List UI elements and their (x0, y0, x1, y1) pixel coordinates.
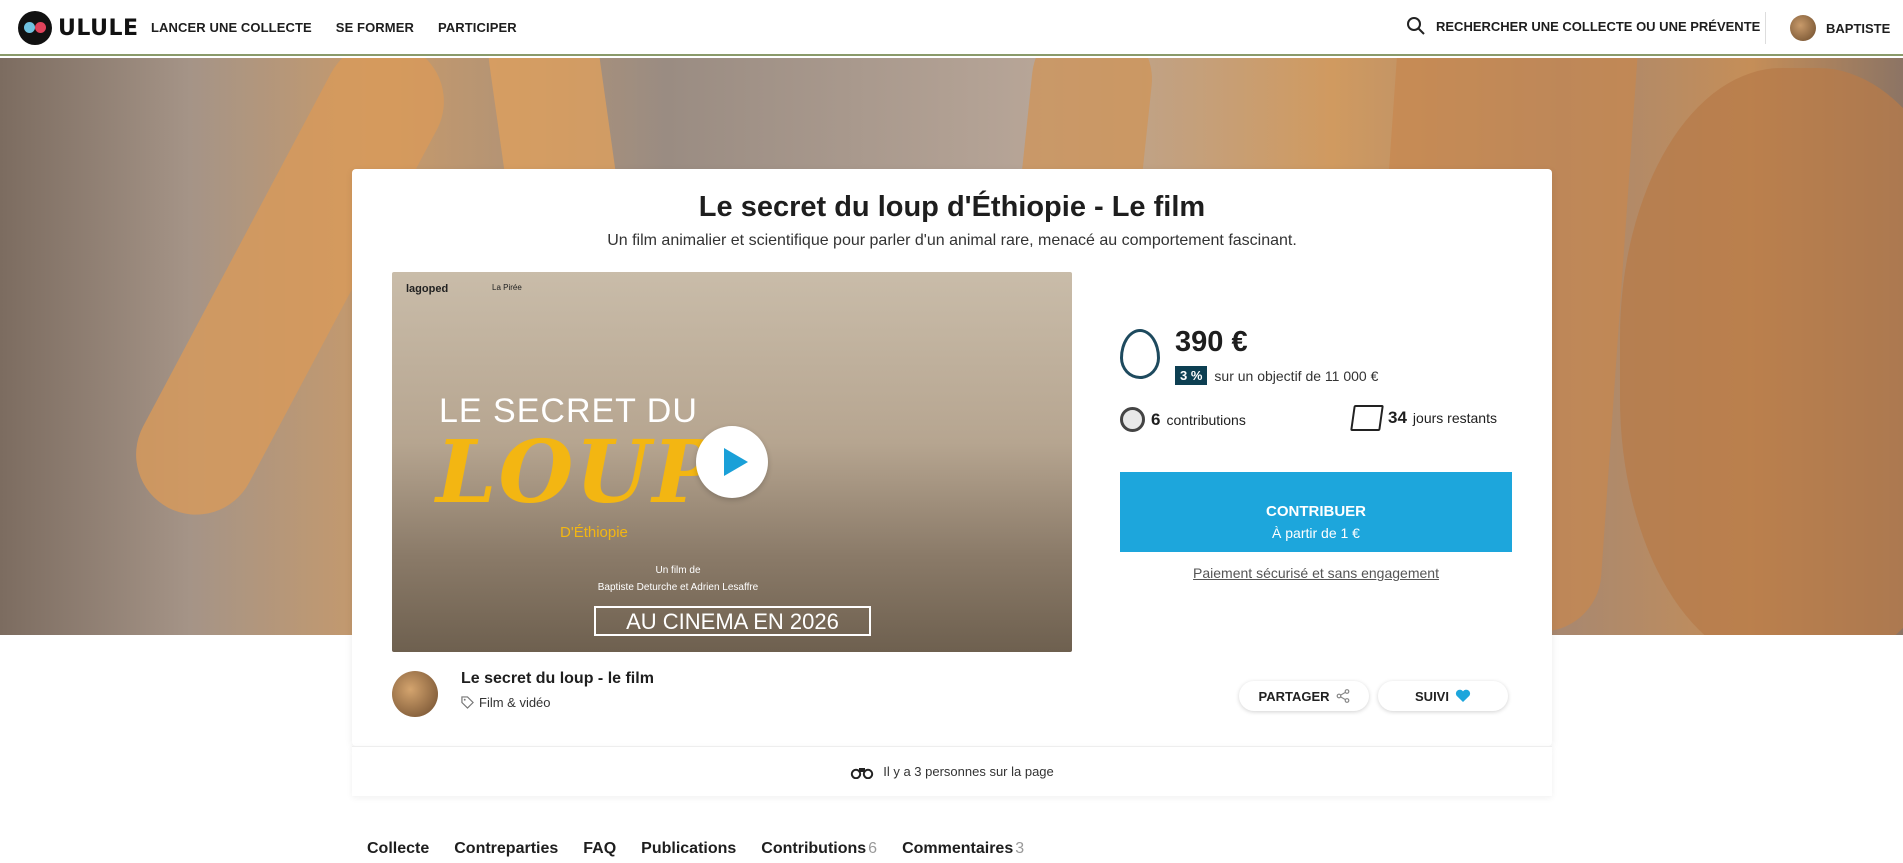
video-title-ethiopie: D'Éthiopie (560, 524, 628, 541)
project-video[interactable]: lagoped La Pirée LE SECRET DU LOUP D'Éth… (392, 272, 1072, 652)
goal-text: sur un objectif de 11 000 € (1214, 367, 1379, 384)
project-tabs: Collecte Contreparties FAQ Publications … (367, 840, 1024, 858)
presence-text: Il y a 3 personnes sur la page (883, 764, 1054, 779)
percent-badge: 3 % (1175, 366, 1208, 385)
video-release-box: AU CINEMA EN 2026 (594, 606, 871, 636)
video-title-loup: LOUP (436, 422, 720, 523)
partner-logo-la-piree: La Pirée (492, 283, 522, 292)
logo-text: ULULE (58, 15, 139, 41)
calendar-icon (1350, 405, 1384, 431)
tab-collecte[interactable]: Collecte (367, 840, 429, 858)
tab-label: FAQ (583, 840, 617, 857)
follow-button-label: SUIVI (1415, 688, 1449, 704)
category-label: Film & vidéo (479, 695, 551, 710)
project-subtitle: Un film animalier et scientifique pour p… (607, 232, 1297, 249)
creator-name[interactable]: Le secret du loup - le film (461, 670, 654, 688)
contributions-stat: 6 contributions (1120, 407, 1246, 432)
tab-commentaires[interactable]: Commentaires 3 (902, 840, 1024, 858)
tab-label: Commentaires (902, 840, 1014, 857)
tab-faq[interactable]: FAQ (583, 840, 616, 858)
creator-avatar[interactable] (392, 671, 438, 717)
tab-publications[interactable]: Publications (641, 840, 736, 858)
tab-contreparties[interactable]: Contreparties (454, 840, 558, 858)
hero-wolf-head (1620, 68, 1903, 635)
follow-button[interactable]: SUIVI (1378, 681, 1508, 711)
tab-contributions[interactable]: Contributions 6 (761, 840, 877, 858)
contributions-count: 6 (1151, 409, 1161, 429)
contribute-button-label: CONTRIBUER (1266, 502, 1366, 520)
contribute-button-sub: À partir de 1 € (1272, 524, 1360, 541)
category-tag[interactable]: Film & vidéo (461, 695, 551, 710)
tab-label: Contributions (761, 840, 867, 857)
user-menu[interactable]: BAPTISTE (1790, 15, 1890, 41)
secure-payment-link[interactable]: Paiement sécurisé et sans engagement (1120, 565, 1512, 581)
nav-se-former[interactable]: SE FORMER (336, 20, 414, 35)
user-avatar (1790, 15, 1816, 41)
contributions-label: contributions (1166, 411, 1246, 428)
partner-logo-lagoped: lagoped (406, 283, 449, 295)
contributions-icon (1120, 407, 1145, 432)
binoculars-icon (851, 767, 874, 779)
share-icon (1336, 689, 1349, 703)
tab-label: Contreparties (454, 840, 559, 857)
tab-label: Collecte (367, 840, 430, 857)
play-icon[interactable] (696, 426, 768, 498)
share-button[interactable]: PARTAGER (1239, 681, 1369, 711)
ulule-logo[interactable]: ULULE (18, 11, 139, 45)
video-credits-line2: Baptiste Deturche et Adrien Lesaffre (597, 582, 759, 593)
logo-eye-right (35, 22, 46, 33)
partner-logos: lagoped La Pirée (406, 278, 606, 332)
nav-lancer-collecte[interactable]: LANCER UNE COLLECTE (151, 20, 312, 35)
days-remaining-stat: 34 jours restants (1350, 405, 1497, 431)
presence-bar: Il y a 3 personnes sur la page (352, 746, 1552, 796)
search-trigger[interactable]: RECHERCHER UNE COLLECTE OU UNE PRÉVENTE (1406, 16, 1760, 36)
tag-icon (461, 696, 474, 709)
logo-eye-left (24, 22, 35, 33)
main-nav: LANCER UNE COLLECTE SE FORMER PARTICIPER (151, 20, 517, 35)
project-title: Le secret du loup d'Éthiopie - Le film (698, 191, 1206, 223)
amount-row (1120, 329, 1160, 379)
amount-raised: 390 € (1175, 326, 1248, 358)
user-name: BAPTISTE (1826, 20, 1891, 36)
progress-egg-icon (1120, 329, 1160, 379)
search-icon (1407, 17, 1425, 35)
goal-row: 3 % sur un objectif de 11 000 € (1175, 366, 1378, 385)
heart-icon (1455, 689, 1471, 702)
video-credits-line1: Un film de (655, 565, 701, 576)
search-label: RECHERCHER UNE COLLECTE OU UNE PRÉVENTE (1436, 18, 1761, 34)
tab-count: 6 (868, 840, 878, 857)
tab-label: Publications (641, 840, 737, 857)
logo-mark-icon (18, 11, 52, 45)
top-header: ULULE LANCER UNE COLLECTE SE FORMER PART… (0, 0, 1903, 56)
nav-participer[interactable]: PARTICIPER (438, 20, 517, 35)
tab-count: 3 (1015, 840, 1025, 857)
days-count: 34 (1388, 408, 1407, 427)
header-divider (1765, 12, 1766, 44)
days-label: jours restants (1412, 410, 1497, 426)
project-card: Le secret du loup d'Éthiopie - Le film U… (352, 169, 1552, 746)
share-button-label: PARTAGER (1258, 688, 1330, 704)
contribute-button[interactable]: CONTRIBUER À partir de 1 € (1120, 472, 1512, 552)
video-credits: Un film de Baptiste Deturche et Adrien L… (578, 562, 778, 596)
